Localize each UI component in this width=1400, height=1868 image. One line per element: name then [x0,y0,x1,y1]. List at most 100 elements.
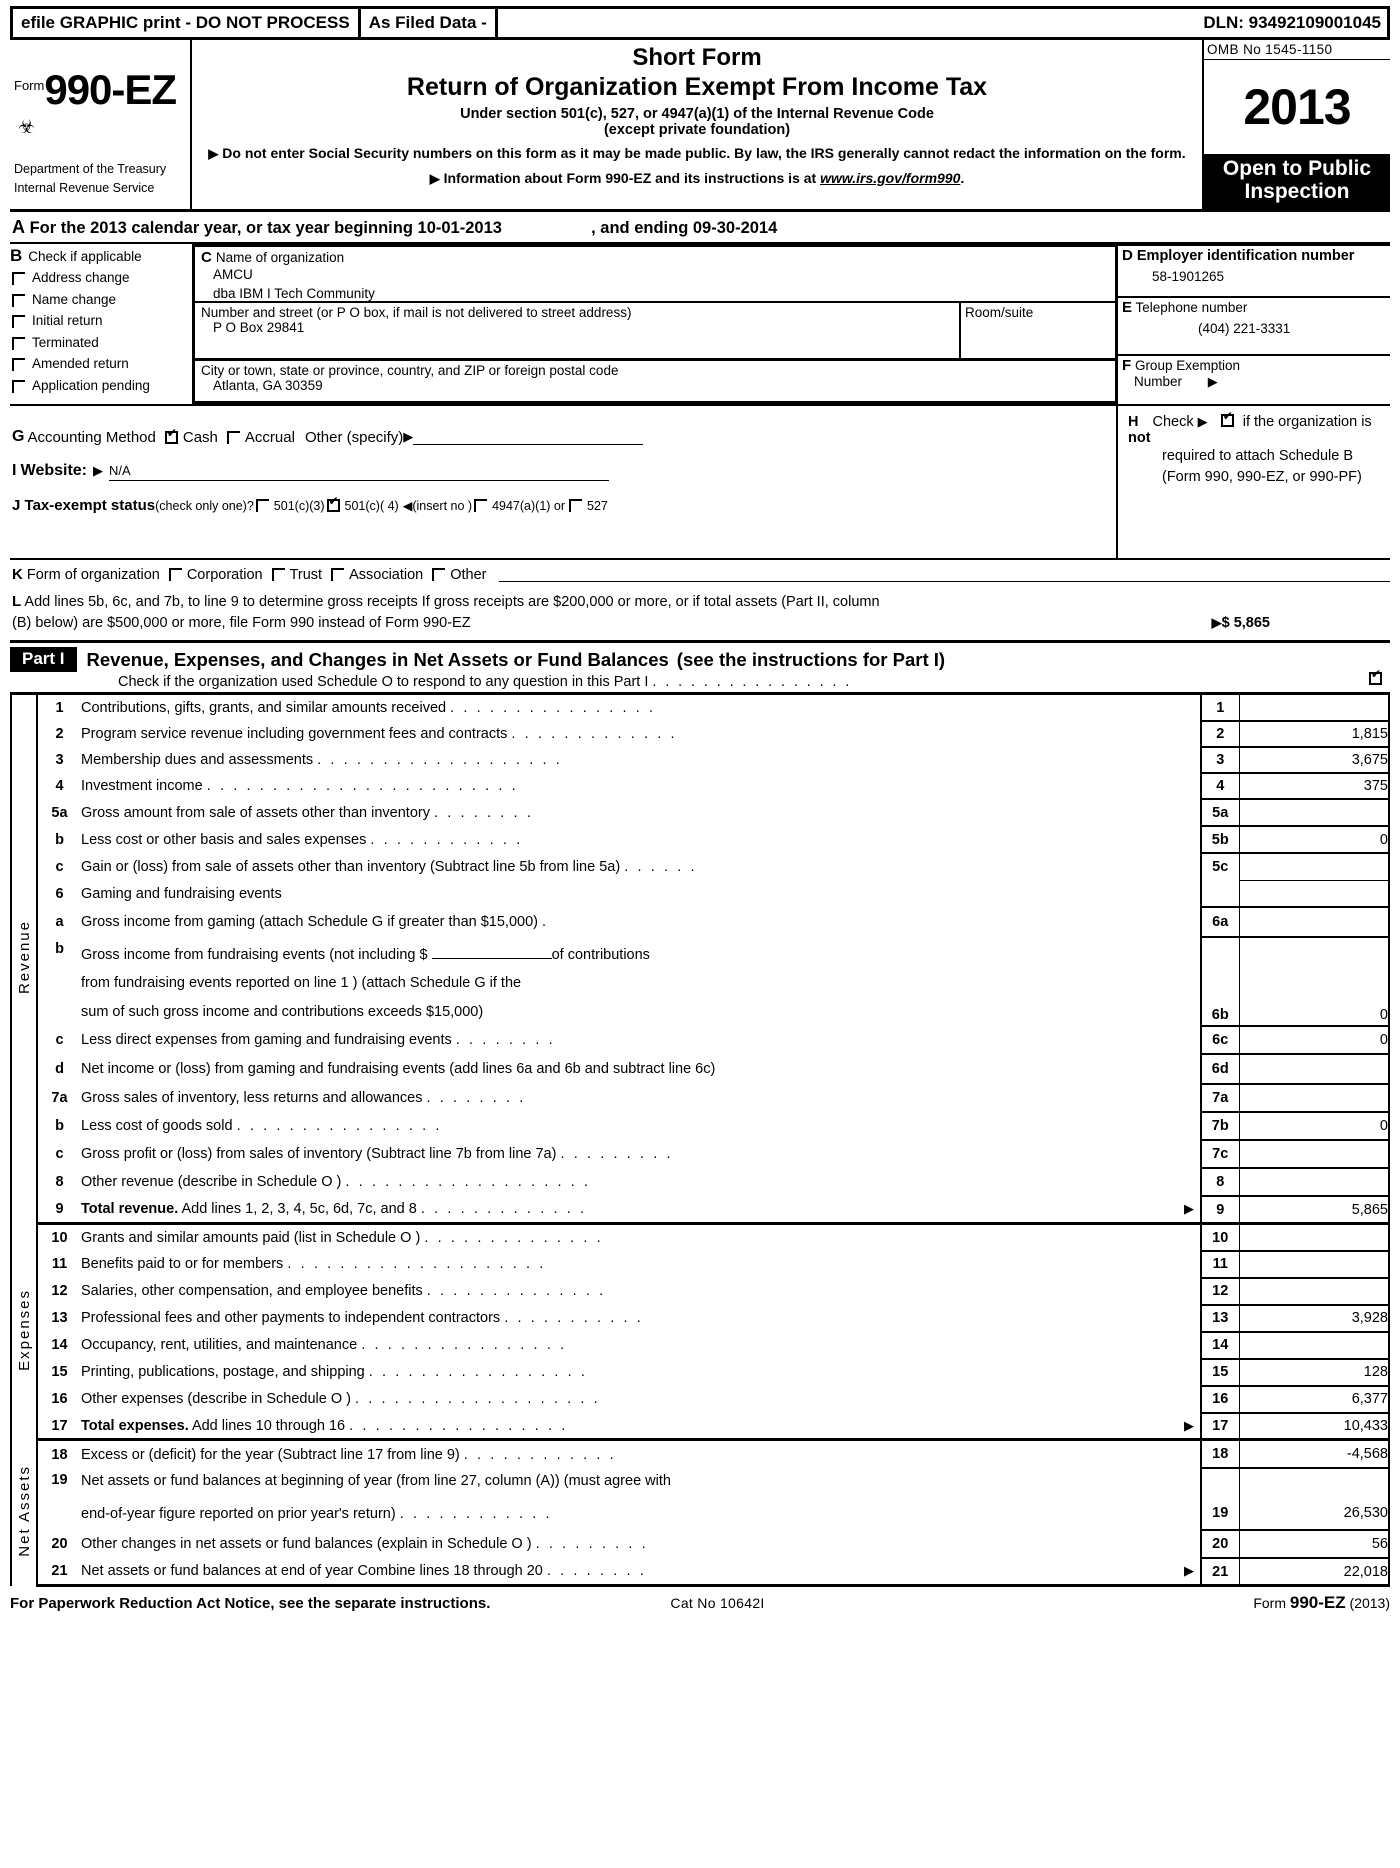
line-value[interactable] [1239,1330,1390,1360]
checkbox-association-icon[interactable] [331,568,345,581]
checkbox-trust-icon[interactable] [271,568,285,581]
fundraising-contrib-input[interactable] [431,944,552,960]
section-f-group-exemption: F Group Exemption Number ▶ [1118,356,1390,404]
line-number: b [36,1111,81,1140]
section-b-letter: B [10,246,23,265]
line-value[interactable]: 0 [1239,936,1390,1027]
checkbox-corporation-icon[interactable] [168,568,182,581]
checkbox-501c4-icon[interactable] [326,495,340,512]
checkbox-cash-icon[interactable] [164,427,178,444]
table-row: 5a Gross amount from sale of assets othe… [11,798,1390,827]
section-e-header: E Telephone number [1122,299,1390,316]
checkbox-label: Address change [32,270,130,285]
part-i-note: (see the instructions for Part I) [676,648,946,670]
line-value[interactable]: 0 [1239,825,1390,855]
checkbox-terminated[interactable]: Terminated [10,335,192,357]
city-header: City or town, state or province, country… [201,363,619,378]
line-value[interactable]: 5,865 [1239,1194,1390,1226]
table-row: c Gain or (loss) from sale of assets oth… [11,853,1390,881]
line-value[interactable]: 26,530 [1239,1497,1390,1531]
line-value[interactable] [1239,1082,1390,1112]
section-d-label: Employer identification number [1136,248,1355,264]
line-value[interactable] [1239,798,1390,827]
line-ref-number: 11 [1200,1249,1240,1279]
checkbox-address-change[interactable]: Address change [10,270,192,292]
line-value[interactable] [1239,1053,1390,1085]
line-value[interactable]: 6,377 [1239,1384,1390,1414]
line-value[interactable] [1239,1139,1390,1169]
checkbox-schedule-o-icon[interactable] [1369,668,1382,686]
line-value[interactable] [1239,1249,1390,1279]
triangle-pointer-icon-21: ▶ [1184,1563,1194,1579]
expenses-side-caption: Expenses [10,1223,38,1440]
line-value[interactable]: 0 [1239,1025,1390,1055]
checkbox-icon[interactable] [12,272,25,285]
checkbox-accrual-icon[interactable] [226,430,240,444]
other-org-input[interactable] [498,567,1390,582]
checkbox-schedule-b-icon[interactable] [1220,410,1234,427]
line-value[interactable] [1239,1276,1390,1306]
line-text: Gain or (loss) from sale of assets other… [81,858,698,875]
checkbox-icon[interactable] [12,358,25,371]
line-text: Benefits paid to or for members . . . . … [81,1256,546,1273]
section-f-header-2: Number ▶ [1122,374,1390,390]
line-ref-number: 7a [1200,1082,1240,1112]
checkbox-other-org-icon[interactable] [432,568,446,581]
section-h-check-row: H Check ▶ if the organization is not [1128,410,1390,446]
line-ref-number: 4 [1200,772,1240,800]
checkbox-501c3-icon[interactable] [255,499,269,512]
irs-form990-url[interactable]: www.irs.gov/form990 [820,170,960,186]
line-value[interactable]: 1,815 [1239,720,1390,748]
ssn-warning-row: ▶ Do not enter Social Security numbers o… [192,145,1202,163]
checkbox-527-icon[interactable] [569,499,583,512]
section-i-website: I Website: ▶ N/A [10,446,1116,481]
checkbox-amended-return[interactable]: Amended return [10,356,192,378]
line-value[interactable]: 56 [1239,1528,1390,1559]
section-j-label: Tax-exempt status [24,497,156,514]
label-501c3: 501(c)(3) [273,498,325,513]
checkbox-icon[interactable] [12,315,25,328]
table-row: 21 Net assets or fund balances at end of… [11,1556,1390,1588]
checkbox-icon[interactable] [12,379,25,393]
line-value[interactable]: -4,568 [1239,1439,1390,1469]
table-row: 9 Total revenue. Add lines 1, 2, 3, 4, 5… [11,1194,1390,1226]
checkbox-icon[interactable] [12,293,25,307]
line-text: Less cost of goods sold . . . . . . . . … [81,1117,443,1134]
line-text: Grants and similar amounts paid (list in… [81,1230,604,1247]
form-990ez-page: efile GRAPHIC print - DO NOT PROCESS As … [0,6,1400,1868]
checkbox-icon[interactable] [12,336,25,350]
gij-h-block: G Accounting Method Cash Accrual Other (… [10,404,1390,558]
line-value[interactable]: 375 [1239,772,1390,800]
line-ref-number: 18 [1200,1439,1240,1469]
checkbox-schedule-o-group[interactable] [1369,668,1382,688]
line-value[interactable] [1239,853,1390,881]
line-value[interactable]: 10,433 [1239,1411,1390,1442]
checkbox-name-change[interactable]: Name change [10,292,192,314]
line-value[interactable] [1239,906,1390,938]
revenue-side-caption: Revenue [10,695,38,1224]
checkbox-application-pending[interactable]: Application pending [10,378,192,400]
table-row: b Less cost or other basis and sales exp… [11,825,1390,855]
other-specify-input[interactable] [413,430,644,445]
line-value[interactable]: 3,675 [1239,746,1390,774]
treasury-department-block: Department of the Treasury Internal Reve… [14,160,166,199]
line-number: 7a [36,1083,81,1112]
line-value[interactable] [1239,1223,1390,1252]
checkbox-4947a1-icon[interactable] [474,499,488,512]
line-number: 5a [36,799,81,827]
line-value[interactable]: 0 [1239,1110,1390,1141]
line-value[interactable]: 22,018 [1239,1556,1390,1588]
line-number: 16 [36,1385,81,1413]
line-value[interactable] [1239,695,1390,722]
line-value[interactable]: 3,928 [1239,1303,1390,1333]
part-i-lines-table: Revenue 1 Contributions, gifts, grants, … [10,695,1390,1588]
checkbox-initial-return[interactable]: Initial return [10,313,192,335]
website-input[interactable]: N/A [109,463,610,481]
section-d-header: D Employer identification number [1122,247,1390,264]
line-value[interactable]: 128 [1239,1357,1390,1387]
section-l-letter: L [12,593,22,610]
line-value[interactable] [1239,1166,1390,1197]
cash-label: Cash [182,428,218,446]
section-h-text-2: required to attach Schedule B [1162,448,1354,464]
dln-label: DLN: 93492109001045 [1203,13,1381,32]
